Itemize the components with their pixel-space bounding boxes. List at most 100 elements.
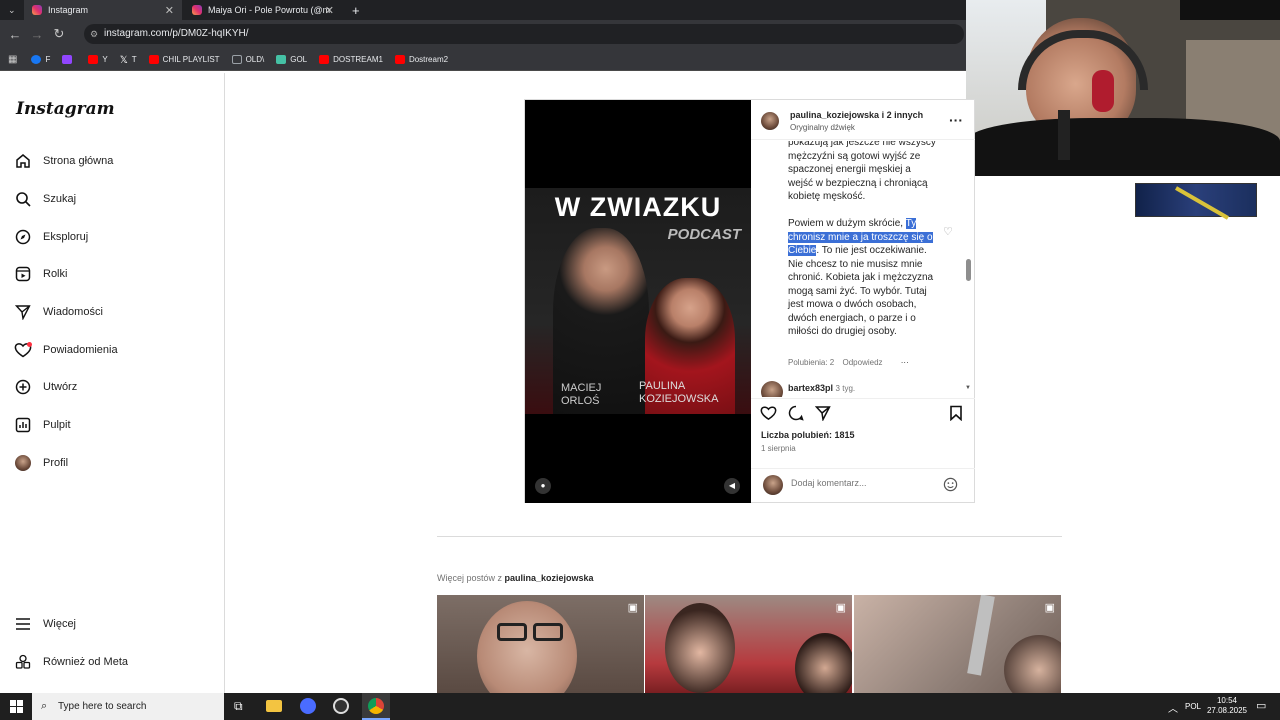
save-icon[interactable]	[949, 405, 963, 426]
url-text: instagram.com/p/DM0Z-hqIKYH/	[104, 28, 249, 39]
language-indicator[interactable]: POL	[1185, 702, 1201, 711]
scroll-down-icon[interactable]: ▼	[965, 385, 971, 391]
nav-reels[interactable]: Rolki	[14, 265, 67, 283]
section-divider	[437, 536, 1062, 537]
like-icon[interactable]	[760, 405, 777, 426]
nav-also-from-meta[interactable]: Również od Meta	[14, 653, 128, 671]
nav-explore[interactable]: Eksploruj	[14, 228, 88, 246]
chrome-icon[interactable]	[362, 693, 390, 720]
comment-icon[interactable]	[788, 405, 804, 426]
taskbar-search-box[interactable]: ⌕ Type here to search	[32, 693, 224, 720]
instagram-sidebar: Instagram Strona główna Szukaj Eksploruj…	[0, 73, 225, 693]
site-info-icon[interactable]: ⚙	[90, 24, 98, 44]
author-avatar[interactable]	[761, 112, 779, 130]
add-comment-input[interactable]	[791, 478, 931, 488]
bookmark-t[interactable]: 𝕏T	[120, 55, 137, 66]
folder-icon	[231, 54, 242, 64]
more-post-thumbnail[interactable]: ▣	[645, 595, 852, 693]
bookmark-dostream2[interactable]: Dostream2	[394, 54, 448, 64]
avatar-icon	[15, 455, 31, 471]
add-comment-bar	[751, 468, 975, 503]
tab-search-button[interactable]: ⌄	[0, 0, 22, 20]
comment-like-icon[interactable]: ♡	[943, 225, 953, 238]
more-posts-heading: Więcej postów z paulina_koziejowska	[437, 573, 594, 583]
new-tab-button[interactable]: +	[344, 0, 364, 20]
search-icon	[14, 190, 32, 208]
more-post-thumbnail[interactable]: ▣	[437, 595, 644, 693]
scrollbar-thumb[interactable]	[966, 259, 971, 281]
nav-notifications[interactable]: Powiadomienia	[14, 341, 118, 359]
address-bar-row: ← → ↻ ⚙ instagram.com/p/DM0Z-hqIKYH/	[0, 20, 966, 48]
reels-icon	[14, 265, 32, 283]
commenter-username[interactable]: bartex83pl	[788, 383, 833, 393]
meta-icon	[14, 653, 32, 671]
app-icon[interactable]	[300, 698, 316, 714]
comment-body: pokazują jak jeszcze nie wszyscy mężczyź…	[788, 141, 936, 337]
author-username[interactable]: paulina_koziejowska	[790, 110, 879, 120]
heart-icon	[14, 341, 32, 359]
facebook-icon	[31, 54, 42, 64]
audio-label[interactable]: Oryginalny dźwięk	[790, 123, 855, 132]
bookmark-old[interactable]: OLD\	[231, 54, 264, 64]
twitch-icon	[62, 54, 73, 64]
reload-icon[interactable]: ↻	[48, 26, 70, 42]
poster-name-1: MACIEJ ORLOŚ	[561, 382, 602, 407]
comment-time: 3 tyg.	[835, 384, 856, 393]
obs-icon[interactable]	[333, 698, 349, 714]
comment-options-icon[interactable]: ···	[901, 358, 909, 367]
youtube-icon	[394, 54, 405, 64]
home-icon	[14, 152, 32, 170]
volume-icon[interactable]: ◀	[724, 478, 740, 494]
likes-count[interactable]: Liczba polubień: 1815	[761, 430, 855, 440]
commenter-avatar[interactable]	[761, 381, 783, 397]
emoji-icon[interactable]	[943, 477, 958, 497]
nav-create[interactable]: Utwórz	[14, 378, 77, 396]
nav-profile[interactable]: Profil	[14, 454, 68, 472]
bookmark-f[interactable]: F	[31, 54, 50, 64]
nav-messages[interactable]: Wiadomości	[14, 303, 103, 321]
reels-badge-icon: ▣	[835, 602, 846, 614]
plus-icon	[14, 378, 32, 396]
bookmark-twitch[interactable]	[62, 54, 76, 64]
reels-badge-icon: ▣	[1044, 602, 1055, 614]
coauthors-link[interactable]: i 2 innych	[882, 110, 924, 120]
poster-subtitle: PODCAST	[667, 226, 741, 243]
instagram-favicon-icon	[32, 5, 42, 15]
close-tab-icon[interactable]: ✕	[165, 4, 174, 17]
forward-icon[interactable]: →	[26, 27, 48, 42]
user-tag-icon[interactable]: ●	[535, 478, 551, 494]
share-icon[interactable]	[814, 405, 831, 426]
more-post-thumbnail[interactable]: ▣	[854, 595, 1061, 693]
task-view-icon[interactable]: ⧉	[234, 699, 243, 714]
windows-start-icon[interactable]	[10, 700, 23, 713]
comment-likes-count[interactable]: Polubienia: 2	[788, 358, 834, 367]
nav-search[interactable]: Szukaj	[14, 190, 76, 208]
notifications-icon[interactable]: ▭	[1256, 699, 1266, 712]
reel-video[interactable]: W ZWIAZKU PODCAST MACIEJ ORLOŚ PAULINA K…	[525, 100, 751, 503]
browser-tab-bar: ⌄ Instagram ✕ Maiya Ori - Pole Powrotu (…	[0, 0, 966, 20]
post-date[interactable]: 1 sierpnia	[761, 444, 796, 453]
bookmark-gol[interactable]: GOL	[276, 54, 307, 64]
reels-badge-icon: ▣	[627, 602, 638, 614]
comments-scroll-area[interactable]: pokazują jak jeszcze nie wszyscy mężczyź…	[751, 141, 975, 397]
nav-dashboard[interactable]: Pulpit	[14, 416, 71, 434]
back-icon[interactable]: ←	[4, 27, 26, 42]
nav-home[interactable]: Strona główna	[14, 152, 113, 170]
clock[interactable]: 10:54 27.08.2025	[1205, 696, 1249, 716]
tab-maiya-ori[interactable]: Maiya Ori - Pole Powrotu (@m ✕	[184, 0, 342, 20]
more-options-icon[interactable]: ···	[949, 112, 963, 128]
file-explorer-icon[interactable]	[266, 700, 282, 712]
close-tab-icon[interactable]: ✕	[325, 4, 334, 17]
instagram-logo[interactable]: Instagram	[16, 99, 115, 119]
nav-more[interactable]: Więcej	[14, 615, 76, 633]
apps-grid-icon[interactable]: ▦	[8, 54, 17, 65]
url-field[interactable]: ⚙ instagram.com/p/DM0Z-hqIKYH/	[84, 24, 964, 44]
more-posts-user-link[interactable]: paulina_koziejowska	[505, 573, 594, 583]
bookmark-y[interactable]: Y	[88, 54, 108, 64]
bookmark-dostream1[interactable]: DOSTREAM1	[319, 54, 383, 64]
tab-instagram[interactable]: Instagram ✕	[24, 0, 182, 20]
poster-name-2: PAULINA KOZIEJOWSKA	[639, 380, 719, 405]
bookmark-chil-playlist[interactable]: CHIL PLAYLIST	[148, 54, 220, 64]
reply-button[interactable]: Odpowiedz	[843, 358, 883, 367]
show-hidden-icons[interactable]: ︿	[1168, 700, 1178, 715]
